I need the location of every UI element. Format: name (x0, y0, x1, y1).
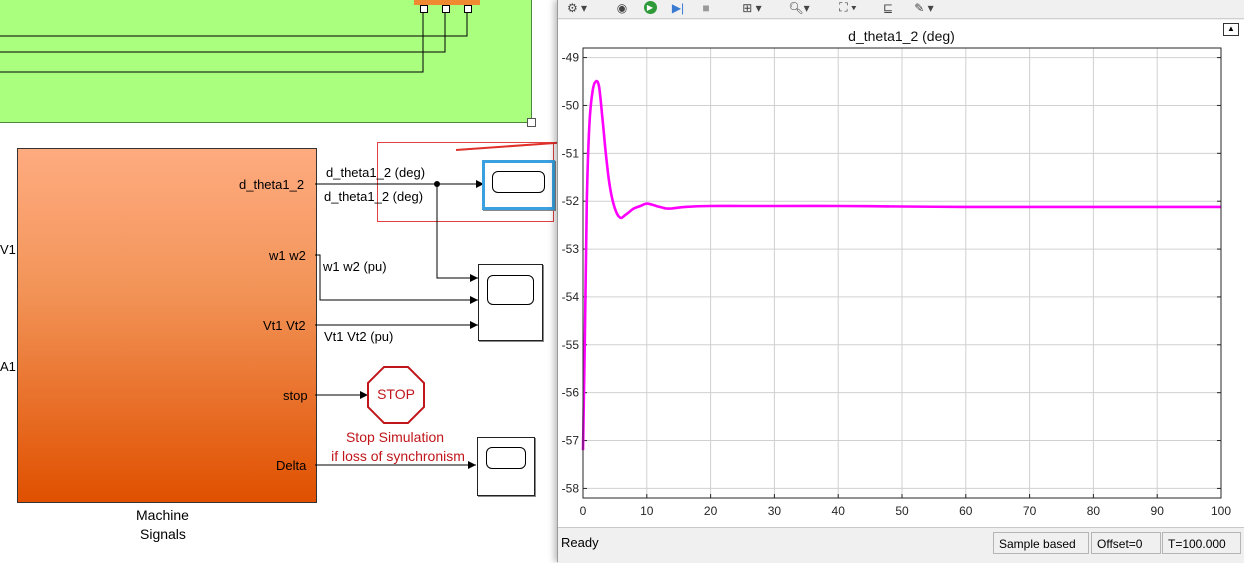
y-tick-label: -55 (562, 338, 580, 352)
signal-label-d-theta: d_theta1_2 (deg) (326, 165, 426, 180)
stop-annotation-line2: if loss of synchronism (331, 448, 465, 464)
status-ready: Ready (561, 535, 599, 550)
x-tick-label: 100 (1211, 504, 1231, 518)
signal-label-vt: Vt1 Vt2 (pu) (324, 329, 394, 344)
y-tick-label: -57 (562, 434, 580, 448)
plot-panel[interactable]: ▲ d_theta1_2 (deg) 0 10 20 30 40 50 60 70 80 90 10… (558, 20, 1244, 527)
y-tick-label: -56 (562, 386, 580, 400)
line-chart[interactable]: 0 10 20 30 40 50 60 70 80 90 100 -49 -50 -51 -52 -53 -54… (558, 20, 1244, 527)
cursor-measure-icon[interactable]: ⊑ (878, 0, 898, 15)
zoom-icon[interactable]: 🔍︎▾ (784, 0, 814, 15)
status-time: T=100.000 (1162, 532, 1241, 554)
stop-block-label: STOP (377, 386, 415, 402)
y-tick-label: -52 (562, 194, 580, 208)
scope-screen (487, 275, 534, 305)
y-tick-label: -50 (562, 98, 580, 112)
y-tick-label: -53 (562, 242, 580, 256)
scope-block-d-theta[interactable] (482, 160, 555, 210)
signal-wires (315, 141, 560, 469)
chart-ticks: 0 10 20 30 40 50 60 70 80 90 100 -49 -50 -51 -52 -53 -54… (562, 51, 1232, 518)
x-tick-label: 70 (1023, 504, 1037, 518)
y-tick-label: -54 (562, 290, 580, 304)
x-tick-label: 90 (1151, 504, 1165, 518)
step-forward-icon[interactable]: ▶| (668, 0, 688, 15)
step-back-icon[interactable]: ◉ (612, 0, 632, 15)
stop-icon[interactable]: ■ (696, 0, 716, 15)
signal-label-d-theta-branch: d_theta1_2 (deg) (324, 189, 424, 204)
x-tick-label: 30 (768, 504, 782, 518)
scope-screen (492, 171, 545, 193)
status-sample-based: Sample based (993, 532, 1089, 554)
x-tick-label: 40 (832, 504, 846, 518)
x-tick-label: 60 (959, 504, 973, 518)
autoscale-icon[interactable]: ⛶ ▾ (832, 0, 864, 15)
x-tick-label: 20 (704, 504, 718, 518)
highlight-icon[interactable]: ✎ ▾ (908, 0, 940, 15)
scope-screen (486, 447, 526, 469)
scope-toolbar: ⚙ ▾ ◉ ▶ ▶| ■ ⊞ ▾ 🔍︎▾ ⛶ ▾ ⊑ ✎ ▾ (558, 0, 1244, 19)
y-tick-label: -49 (562, 51, 580, 65)
scope-block-delta[interactable] (477, 437, 535, 496)
x-tick-label: 50 (895, 504, 909, 518)
stop-annotation-line1: Stop Simulation (345, 429, 445, 445)
chart-grid (582, 48, 1222, 498)
run-icon[interactable]: ▶ (640, 0, 660, 15)
y-tick-label: -51 (562, 146, 580, 160)
x-tick-label: 80 (1087, 504, 1101, 518)
scope-block-w-vt[interactable] (478, 264, 543, 341)
settings-icon[interactable]: ⚙ ▾ (564, 0, 590, 15)
status-offset: Offset=0 (1091, 532, 1161, 554)
x-tick-label: 0 (580, 504, 587, 518)
y-tick-label: -58 (562, 481, 580, 495)
x-tick-label: 10 (640, 504, 654, 518)
scope-window[interactable]: ⚙ ▾ ◉ ▶ ▶| ■ ⊞ ▾ 🔍︎▾ ⛶ ▾ ⊑ ✎ ▾ ▲ d_theta… (557, 0, 1244, 563)
signal-select-icon[interactable]: ⊞ ▾ (734, 0, 770, 15)
signal-label-w: w1 w2 (pu) (323, 259, 387, 274)
status-bar: Ready Sample based Offset=0 T=100.000 (558, 527, 1244, 563)
